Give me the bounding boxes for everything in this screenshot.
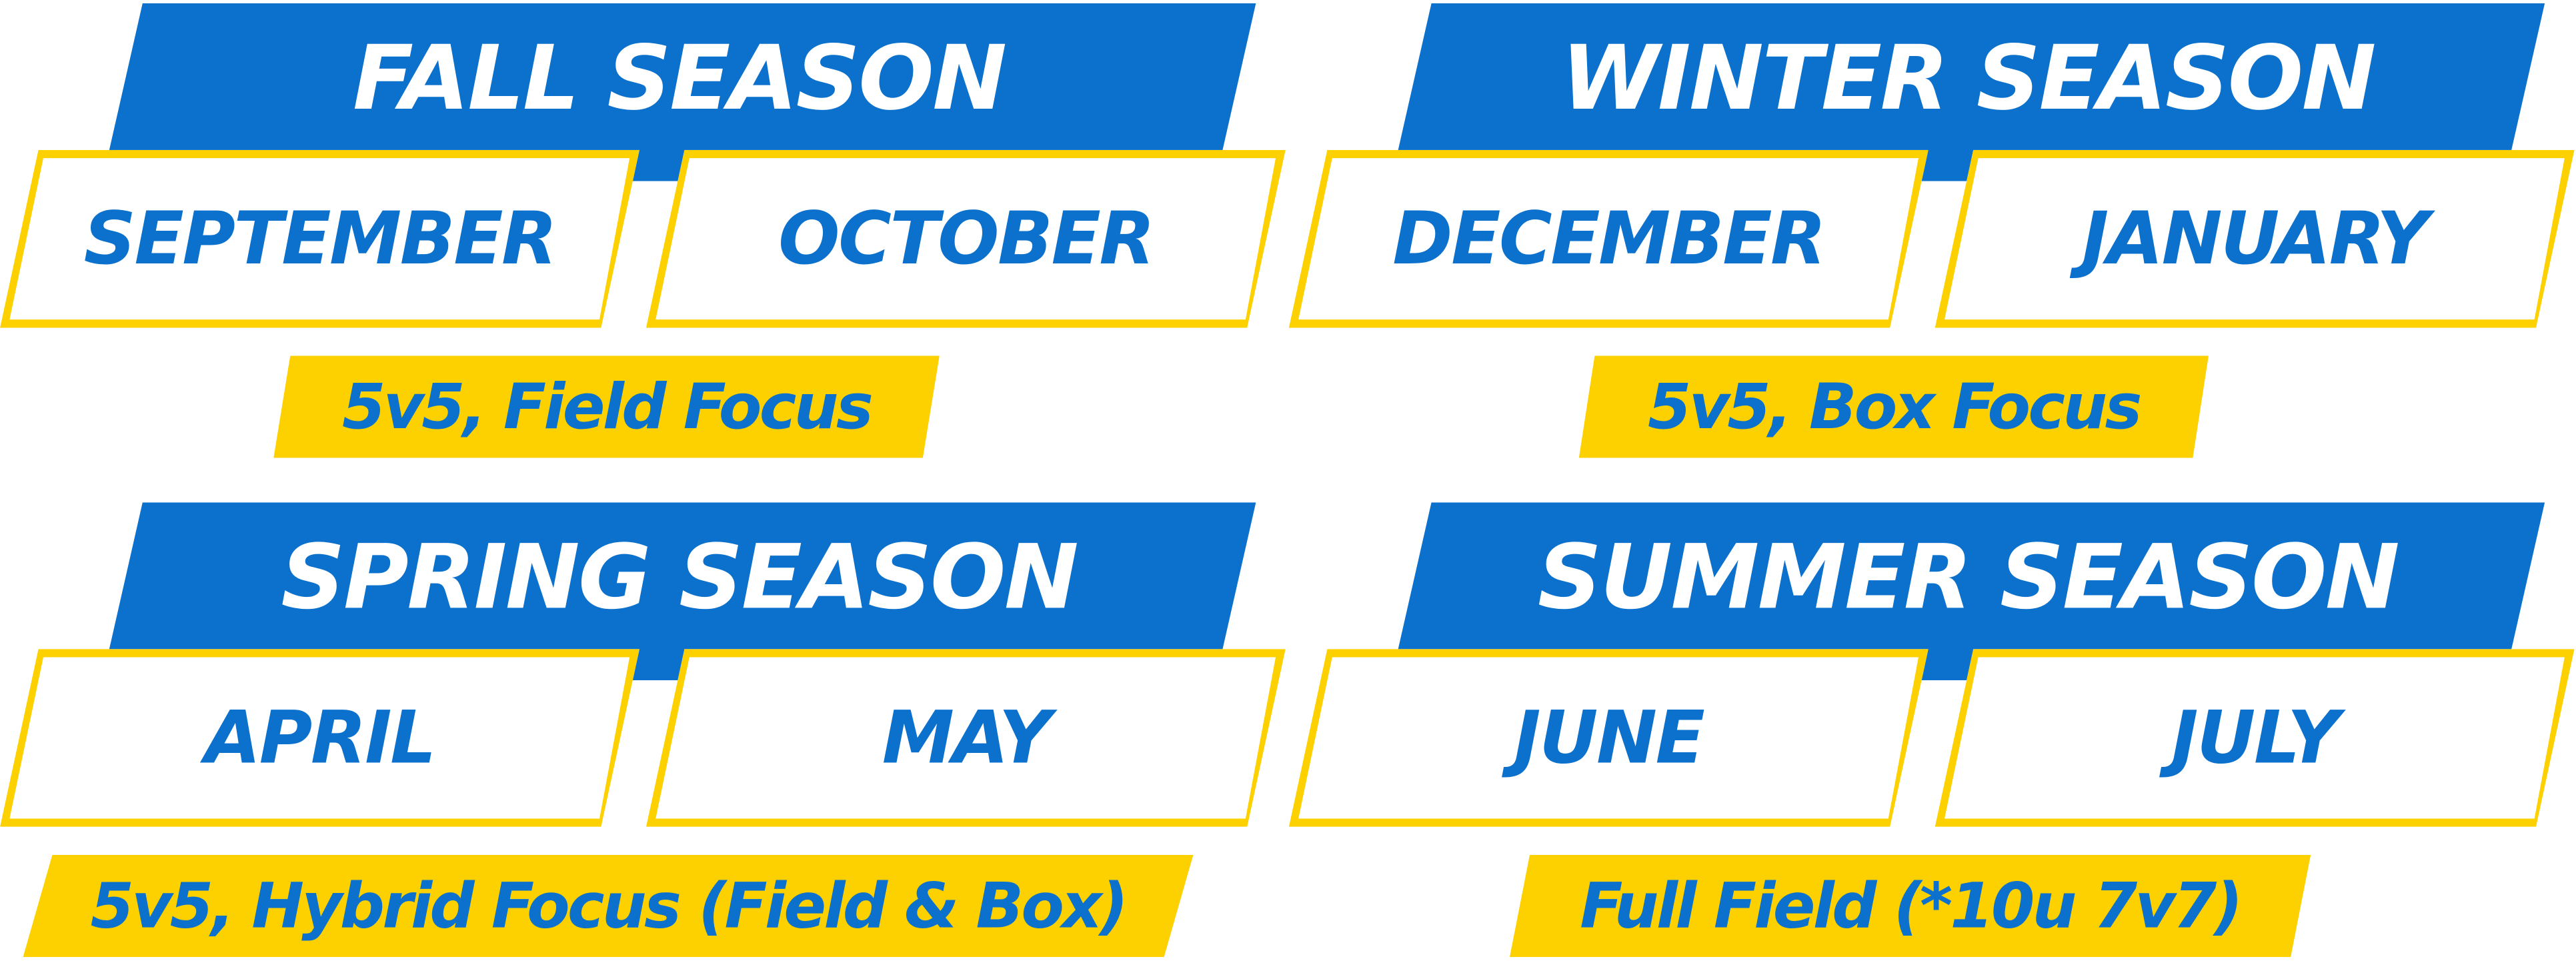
season-focus-tag: 5v5, Box Focus bbox=[1578, 355, 2209, 458]
winter-season-block: DECEMBER JANUARY WINTER SEASON 5v5, Box … bbox=[1288, 0, 2576, 477]
season-focus-tag: 5v5, Hybrid Focus (Field & Box) bbox=[23, 854, 1194, 958]
season-title: WINTER SEASON bbox=[1561, 25, 2376, 129]
season-title: FALL SEASON bbox=[353, 25, 1007, 129]
month-label: OCTOBER bbox=[778, 197, 1155, 281]
month-box-first: DECEMBER bbox=[1288, 149, 1928, 328]
season-title: SUMMER SEASON bbox=[1537, 524, 2400, 629]
month-box-first: JUNE bbox=[1288, 649, 1928, 827]
month-label: JULY bbox=[2171, 696, 2339, 780]
month-label: SEPTEMBER bbox=[83, 197, 557, 281]
month-label: DECEMBER bbox=[1392, 197, 1826, 281]
month-box-first: APRIL bbox=[0, 649, 639, 827]
month-box-second: OCTOBER bbox=[646, 149, 1286, 328]
month-label: JANUARY bbox=[2081, 197, 2429, 281]
month-label: APRIL bbox=[204, 696, 436, 780]
season-focus-tag: 5v5, Field Focus bbox=[273, 355, 940, 458]
month-box-second: MAY bbox=[646, 649, 1286, 827]
month-box-second: JULY bbox=[1935, 649, 2575, 827]
summer-season-block: JUNE JULY SUMMER SEASON Full Field (*10u… bbox=[1288, 499, 2576, 976]
season-focus-tag: Full Field (*10u 7v7) bbox=[1509, 854, 2311, 958]
spring-season-block: APRIL MAY SPRING SEASON 5v5, Hybrid Focu… bbox=[0, 499, 1287, 976]
month-box-second: JANUARY bbox=[1935, 149, 2575, 328]
month-label: MAY bbox=[882, 696, 1052, 780]
month-box-first: SEPTEMBER bbox=[0, 149, 639, 328]
month-label: JUNE bbox=[1514, 696, 1705, 780]
season-title: SPRING SEASON bbox=[281, 524, 1078, 629]
fall-season-block: SEPTEMBER OCTOBER FALL SEASON 5v5, Field… bbox=[0, 0, 1287, 477]
season-schedule-graphic: SEPTEMBER OCTOBER FALL SEASON 5v5, Field… bbox=[0, 0, 2576, 958]
